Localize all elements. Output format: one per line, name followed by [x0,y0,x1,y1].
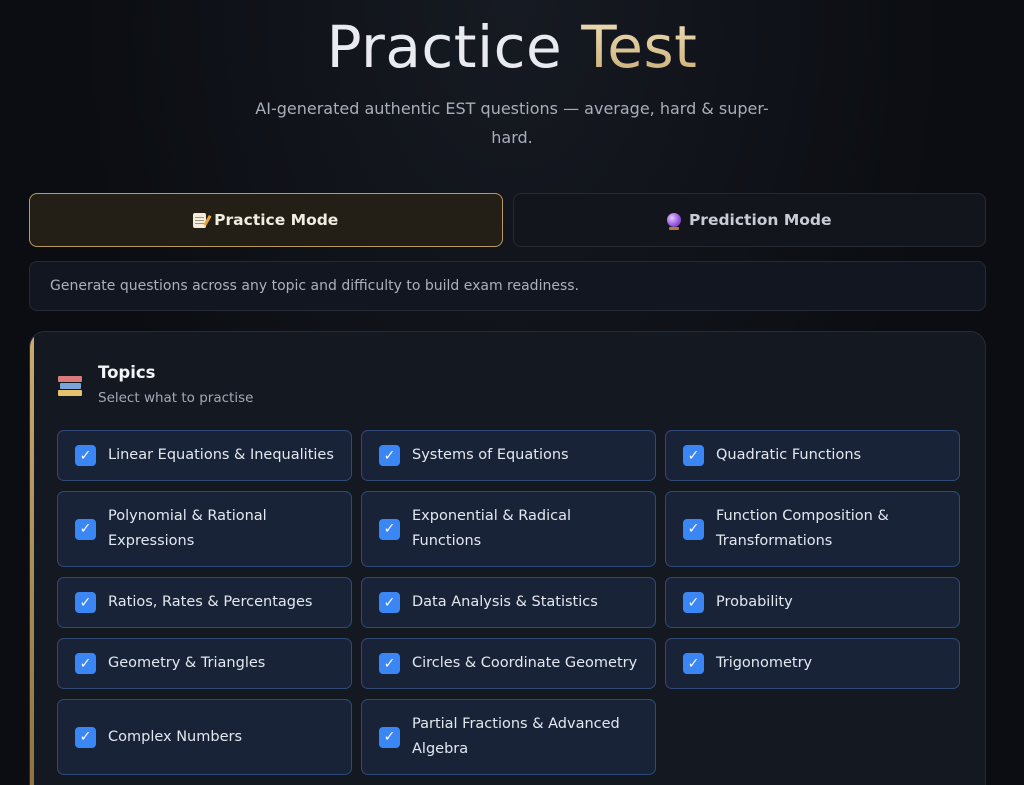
mode-description-text: Generate questions across any topic and … [50,278,579,294]
topic-label: Quadratic Functions [716,447,862,463]
topic-label: Linear Equations & Inequalities [108,447,334,463]
memo-icon [193,212,207,228]
topics-grid: ✓ Linear Equations & Inequalities ✓ Syst… [57,430,960,775]
topic-quadratic-functions[interactable]: ✓ Quadratic Functions [665,430,960,481]
page-title-part1: Practice [326,13,563,81]
topic-circles-coordinate[interactable]: ✓ Circles & Coordinate Geometry [361,638,656,689]
practice-mode-button[interactable]: Practice Mode [29,193,503,247]
mode-toggle: Practice Mode Prediction Mode [29,193,986,249]
topic-label: Polynomial & Rational Expressions [108,508,267,549]
topics-subtitle: Select what to practise [98,390,254,406]
topics-title: Topics [98,363,156,382]
topic-label: Circles & Coordinate Geometry [412,655,638,671]
topic-label: Complex Numbers [108,728,243,745]
topic-checkbox[interactable]: ✓ [75,653,96,674]
topic-checkbox[interactable]: ✓ [75,592,96,613]
topic-label: Systems of Equations [412,447,569,463]
topic-label: Function Composition & Transformations [716,508,889,549]
card-accent-bar [30,332,34,785]
page-title-part2: Test [581,13,698,81]
topic-checkbox[interactable]: ✓ [379,445,400,466]
topic-checkbox[interactable]: ✓ [75,445,96,466]
crystal-ball-icon [666,213,681,230]
topic-function-composition[interactable]: ✓ Function Composition & Transformations [665,491,960,567]
topic-label: Ratios, Rates & Percentages [108,594,313,610]
topic-checkbox[interactable]: ✓ [75,518,96,540]
topic-checkbox[interactable]: ✓ [379,726,400,748]
topic-data-analysis[interactable]: ✓ Data Analysis & Statistics [361,577,656,628]
prediction-mode-label: Prediction Mode [688,211,832,229]
page-subtitle: AI-generated authentic EST questions — a… [255,99,769,147]
topic-partial-fractions[interactable]: ✓ Partial Fractions & Advanced Algebra [361,699,656,775]
topic-checkbox[interactable]: ✓ [683,518,704,540]
topics-header: Topics Select what to practise [58,362,253,406]
topic-label: Geometry & Triangles [108,655,266,671]
topics-card: Topics Select what to practise ✓ Linear … [29,331,986,785]
topic-polynomial-rational[interactable]: ✓ Polynomial & Rational Expressions [57,491,352,567]
topic-trigonometry[interactable]: ✓ Trigonometry [665,638,960,689]
topic-checkbox[interactable]: ✓ [75,726,96,748]
topic-checkbox[interactable]: ✓ [683,653,704,674]
topic-label: Partial Fractions & Advanced Algebra [412,716,620,757]
prediction-mode-button[interactable]: Prediction Mode [512,193,986,247]
topic-complex-numbers[interactable]: ✓ Complex Numbers [57,699,352,775]
topic-label: Trigonometry [716,655,813,671]
practice-test-page: Practice Test AI-generated authentic EST… [0,0,1024,785]
topic-systems-of-equations[interactable]: ✓ Systems of Equations [361,430,656,481]
topic-linear-equations[interactable]: ✓ Linear Equations & Inequalities [57,430,352,481]
topic-label: Exponential & Radical Functions [412,508,572,549]
topic-checkbox[interactable]: ✓ [379,653,400,674]
topic-label: Data Analysis & Statistics [412,594,598,610]
topic-checkbox[interactable]: ✓ [379,592,400,613]
topic-probability[interactable]: ✓ Probability [665,577,960,628]
practice-mode-label: Practice Mode [214,211,339,229]
topic-checkbox[interactable]: ✓ [379,518,400,540]
page-title: Practice Test [0,12,1024,82]
topic-checkbox[interactable]: ✓ [683,592,704,613]
topic-geometry-triangles[interactable]: ✓ Geometry & Triangles [57,638,352,689]
mode-description: Generate questions across any topic and … [29,261,986,311]
topic-checkbox[interactable]: ✓ [683,445,704,466]
topic-exponential-radical[interactable]: ✓ Exponential & Radical Functions [361,491,656,567]
topic-label: Probability [716,594,793,610]
topic-ratios-rates[interactable]: ✓ Ratios, Rates & Percentages [57,577,352,628]
books-icon [58,374,82,398]
